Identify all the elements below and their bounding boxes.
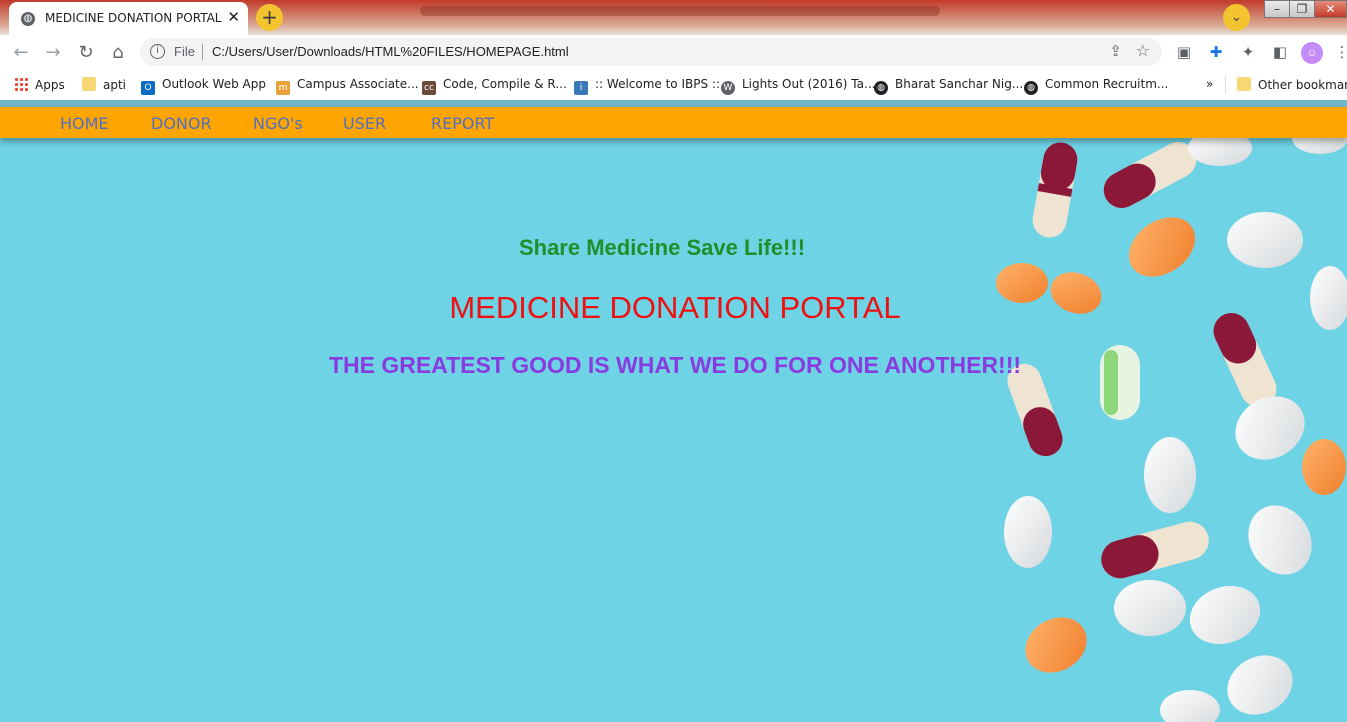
restore-window-button[interactable]: ❐ (1289, 0, 1315, 18)
bookmarks-bar: Apps apti O Outlook Web App m Campus Assoc… (0, 70, 1347, 101)
nav-ngos-link[interactable]: NGO's (253, 114, 303, 133)
wordpress-icon: W (721, 81, 735, 95)
active-tab[interactable]: ◍ MEDICINE DONATION PORTAL ✕ (9, 2, 248, 35)
close-window-button[interactable]: ✕ (1314, 0, 1347, 18)
bookmarks-divider (1225, 76, 1226, 94)
address-bar[interactable]: i File C:/Users/User/Downloads/HTML%20FI… (140, 38, 1162, 66)
bookmark-apps[interactable]: Apps (14, 77, 65, 93)
apps-grid-icon (14, 77, 28, 91)
url-text[interactable]: C:/Users/User/Downloads/HTML%20FILES/HOM… (212, 44, 569, 59)
hero-motto: THE GREATEST GOOD IS WHAT WE DO FOR ONE … (328, 352, 1022, 378)
nav-user-link[interactable]: USER (343, 114, 386, 133)
more-bookmarks-icon[interactable]: » (1206, 77, 1213, 93)
bookmark-apti[interactable]: apti (82, 77, 126, 93)
site-info-icon[interactable]: i (150, 44, 165, 59)
url-scheme: File (174, 44, 195, 59)
pills-image (996, 130, 1347, 722)
main-navbar: HOME DONOR NGO's USER REPORT (0, 107, 1347, 138)
globe-icon: ◍ (21, 12, 35, 26)
back-icon[interactable]: ← (10, 42, 32, 64)
folder-icon (1237, 77, 1251, 91)
folder-icon (82, 77, 96, 91)
nav-donor-link[interactable]: DONOR (151, 114, 212, 133)
page-content: HOME DONOR NGO's USER REPORT Share Medic… (0, 100, 1347, 722)
campus-icon: m (276, 81, 290, 95)
code-compile-icon: cc (422, 81, 436, 95)
tab-search-button[interactable]: ⌄ (1223, 4, 1250, 31)
other-bookmarks[interactable]: Other bookmarks (1237, 77, 1347, 93)
browser-toolbar: ← → ↻ ⌂ i File C:/Users/User/Downloads/H… (0, 35, 1347, 70)
bookmark-code-compile[interactable]: cc Code, Compile & R... (422, 77, 567, 95)
hero-section: HOME DONOR NGO's USER REPORT Share Medic… (0, 100, 1347, 722)
nav-home-link[interactable]: HOME (60, 114, 109, 133)
extensions-puzzle-icon[interactable]: ✦ (1239, 43, 1257, 61)
globe-icon: ◍ (874, 81, 888, 95)
reload-icon[interactable]: ↻ (75, 42, 97, 64)
portal-title: MEDICINE DONATION PORTAL (449, 290, 901, 325)
tab-strip: ◍ MEDICINE DONATION PORTAL ✕ + ⌄ – ❐ ✕ (0, 0, 1347, 35)
bookmark-common-recruitment[interactable]: ◍ Common Recruitm... (1024, 77, 1168, 95)
outlook-icon: O (141, 81, 155, 95)
window-title-blur (420, 6, 940, 16)
bookmark-star-icon[interactable]: ☆ (1136, 41, 1150, 60)
hero-tagline: Share Medicine Save Life!!! (518, 235, 806, 260)
extension-icon[interactable]: ▣ (1175, 43, 1193, 61)
profile-avatar[interactable]: ☺ (1301, 42, 1323, 64)
tab-title: MEDICINE DONATION PORTAL (45, 11, 222, 25)
share-icon[interactable]: ⇪ (1109, 42, 1122, 60)
new-tab-button[interactable]: + (256, 4, 283, 31)
globe-icon: ◍ (1024, 81, 1038, 95)
menu-kebab-icon[interactable]: ⋮ (1333, 43, 1347, 61)
minimize-window-button[interactable]: – (1264, 0, 1290, 18)
bookmark-lights-out[interactable]: W Lights Out (2016) Ta... (721, 77, 875, 95)
bookmark-bsnl[interactable]: ◍ Bharat Sanchar Nig... (874, 77, 1023, 95)
close-tab-icon[interactable]: ✕ (227, 8, 240, 26)
extension-puzzle-blue-icon[interactable]: ✚ (1207, 43, 1225, 61)
ibps-icon: i (574, 81, 588, 95)
bookmark-campus[interactable]: m Campus Associate... (276, 77, 419, 95)
home-icon[interactable]: ⌂ (107, 42, 129, 64)
bookmark-ibps[interactable]: i:: Welcome to IBPS :: (574, 77, 720, 95)
forward-icon[interactable]: → (42, 42, 64, 64)
nav-report-link[interactable]: REPORT (431, 114, 494, 133)
bookmark-outlook[interactable]: O Outlook Web App (141, 77, 266, 95)
side-panel-icon[interactable]: ◧ (1271, 43, 1289, 61)
url-separator (202, 44, 203, 60)
